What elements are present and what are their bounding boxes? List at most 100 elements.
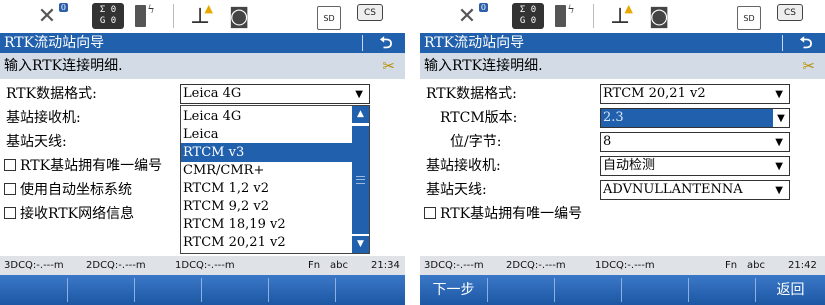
right-screen: ✕ 0 Σ 0G 0 ϟ ⊥ ▲ ◙ SD CS RTK流动站向导 ⮌ 输入RTK连…	[420, 0, 825, 305]
back-icon[interactable]: ⮌	[373, 33, 399, 53]
bits-select[interactable]: 8 ▼	[600, 132, 790, 152]
scroll-up-icon[interactable]: ▲	[352, 106, 369, 123]
dropdown-option[interactable]: RTCM 18,19 v2	[181, 215, 353, 234]
f4-button[interactable]	[202, 277, 268, 303]
status-bar: ✕ 0 Σ 0G 0 ϟ ⊥ ▲ ◙ SD CS	[0, 0, 405, 33]
antenna-label: 基站天线:	[6, 134, 67, 150]
tool-icon[interactable]: ✂	[802, 53, 815, 79]
antenna-row: 基站天线: ADVNULLANTENNA ▼	[420, 178, 825, 202]
back-button[interactable]: 返回	[756, 277, 825, 303]
chevron-down-icon[interactable]: ▼	[775, 85, 783, 105]
title-bar: RTK流动站向导 ⮌	[0, 33, 405, 53]
dropdown-option[interactable]: Leica	[181, 125, 353, 144]
fn-indicator: Fn	[725, 260, 738, 271]
antenna-select[interactable]: ADVNULLANTENNA ▼	[600, 180, 790, 200]
checkbox-box[interactable]	[4, 183, 16, 195]
battery-icon[interactable]: ϟ	[135, 3, 155, 29]
f2-button[interactable]	[68, 277, 134, 303]
scroll-thumb[interactable]	[352, 126, 369, 234]
sd-card-icon[interactable]: SD	[737, 6, 761, 30]
format-select[interactable]: RTCM 20,21 v2 ▼	[600, 84, 790, 104]
format-dropdown-list[interactable]: Leica 4G Leica RTCM v3 CMR/CMR+ RTCM 1,2…	[180, 105, 370, 254]
chevron-down-icon[interactable]: ▼	[355, 85, 363, 105]
tool-icon[interactable]: ✂	[382, 53, 395, 79]
dropdown-option[interactable]: Leica 4G	[181, 107, 353, 126]
receiver-label: 基站接收机:	[6, 110, 81, 126]
antenna-label: 基站天线:	[426, 182, 487, 198]
info-bar: 3DCQ:-.---m 2DCQ:-.---m 1DCQ:-.---m Fn a…	[0, 256, 405, 275]
dropdown-option[interactable]: RTCM 9,2 v2	[181, 197, 353, 216]
cs-controller-icon[interactable]: CS	[357, 4, 383, 21]
rover-antenna-icon[interactable]: ⊥ ▲	[185, 2, 215, 29]
bits-label: 位/字节:	[450, 134, 502, 150]
auto-coord-checkbox[interactable]: 使用自动坐标系统	[4, 178, 132, 202]
subtitle: 输入RTK连接明细.	[4, 58, 123, 74]
sigma-status-icon[interactable]: Σ 0G 0	[92, 3, 124, 29]
format-label: RTK数据格式:	[6, 86, 97, 102]
dropdown-option[interactable]: CMR/CMR+	[181, 161, 353, 180]
f5-button[interactable]	[689, 277, 755, 303]
f5-button[interactable]	[269, 277, 335, 303]
f3-button[interactable]	[555, 277, 621, 303]
satellite-icon[interactable]: ✕ 0	[30, 3, 68, 29]
page-title: RTK流动站向导	[424, 35, 525, 51]
divider	[782, 35, 783, 51]
sd-card-icon[interactable]: SD	[317, 6, 341, 30]
dropdown-option[interactable]: RTCM 20,21 v2	[181, 233, 353, 252]
antenna-value: ADVNULLANTENNA	[603, 182, 743, 197]
chevron-down-icon[interactable]: ▼	[775, 181, 783, 201]
f1-button[interactable]	[0, 277, 67, 303]
chevron-down-icon[interactable]: ▼	[775, 157, 783, 177]
network-info-checkbox[interactable]: 接收RTK网络信息	[4, 202, 134, 226]
rover-antenna-icon[interactable]: ⊥ ▲	[605, 2, 635, 29]
bits-row: 位/字节: 8 ▼	[420, 130, 825, 154]
unique-id-checkbox[interactable]: RTK基站拥有唯一编号	[4, 154, 162, 178]
subtitle-bar: 输入RTK连接明细. ✂	[0, 53, 405, 79]
f2-button[interactable]	[488, 277, 554, 303]
version-select[interactable]: 2.3 ▼	[600, 108, 790, 128]
1dcq-value: 1DCQ:-.---m	[595, 260, 655, 271]
sigma-status-icon[interactable]: Σ 0G 0	[512, 3, 544, 29]
checkbox-label: 使用自动坐标系统	[20, 182, 132, 198]
f6-button[interactable]	[336, 277, 405, 303]
form-content: RTK数据格式: RTCM 20,21 v2 ▼ RTCM版本: 2.3 ▼ 位…	[420, 79, 825, 256]
function-key-bar	[0, 275, 405, 305]
next-button[interactable]: 下一步	[420, 277, 487, 303]
chevron-down-icon[interactable]: ▼	[775, 133, 783, 153]
2dcq-value: 2DCQ:-.---m	[86, 260, 146, 271]
3dcq-value: 3DCQ:-.---m	[4, 260, 64, 271]
chevron-down-icon[interactable]: ▼	[773, 109, 789, 127]
receiver-label: 基站接收机:	[426, 158, 501, 174]
unique-id-checkbox[interactable]: RTK基站拥有唯一编号	[424, 202, 582, 226]
checkbox-label: RTK基站拥有唯一编号	[440, 206, 583, 222]
checkbox-box[interactable]	[4, 207, 16, 219]
checkbox-box[interactable]	[4, 159, 16, 171]
scroll-down-icon[interactable]: ▼	[352, 236, 369, 253]
cs-controller-icon[interactable]: CS	[777, 4, 803, 21]
satellite-icon[interactable]: ✕ 0	[450, 3, 488, 29]
status-bar: ✕ 0 Σ 0G 0 ϟ ⊥ ▲ ◙ SD CS	[420, 0, 825, 33]
scrollbar[interactable]: ▲ ▼	[352, 106, 369, 253]
camera-icon[interactable]: ◙	[644, 3, 674, 29]
function-key-bar: 下一步 返回	[420, 275, 825, 305]
2dcq-value: 2DCQ:-.---m	[506, 260, 566, 271]
format-select[interactable]: Leica 4G ▼	[180, 84, 370, 104]
version-label: RTCM版本:	[440, 110, 518, 126]
version-row: RTCM版本: 2.3 ▼	[420, 106, 825, 130]
format-row: RTK数据格式: RTCM 20,21 v2 ▼	[420, 82, 825, 106]
checkbox-label: 接收RTK网络信息	[20, 206, 135, 222]
dropdown-option-selected[interactable]: RTCM v3	[181, 143, 353, 162]
format-value: RTCM 20,21 v2	[603, 86, 706, 101]
camera-icon[interactable]: ◙	[224, 3, 254, 29]
dropdown-option[interactable]: RTCM 1,2 v2	[181, 179, 353, 198]
battery-icon[interactable]: ϟ	[555, 3, 575, 29]
receiver-select[interactable]: 自动检测 ▼	[600, 156, 790, 176]
f3-button[interactable]	[135, 277, 201, 303]
f4-button[interactable]	[622, 277, 688, 303]
format-row: RTK数据格式: Leica 4G ▼	[0, 82, 405, 106]
left-screen: ✕ 0 Σ 0G 0 ϟ ⊥ ▲ ◙ SD CS RTK流动站向导 ⮌ 输入RTK连…	[0, 0, 405, 305]
clock: 21:34	[371, 260, 400, 271]
checkbox-box[interactable]	[424, 207, 436, 219]
divider	[173, 4, 174, 28]
back-icon[interactable]: ⮌	[793, 33, 819, 53]
